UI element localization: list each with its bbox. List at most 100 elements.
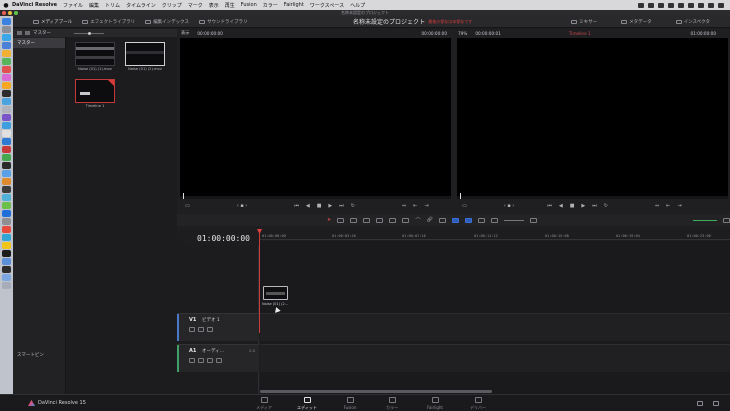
mark-out-icon[interactable]: ⇥ — [677, 203, 681, 209]
timeline-thumbnail[interactable]: Timeline 1 — [75, 79, 115, 108]
davinci-resolve-dock-icon[interactable] — [2, 266, 11, 273]
skip-end-icon[interactable]: ⏭ — [592, 203, 597, 209]
app-icon[interactable] — [2, 66, 11, 73]
menu-help[interactable]: ヘルプ — [350, 2, 365, 9]
match-frame-icon[interactable]: ⇔ — [402, 203, 406, 209]
settings-gear-icon[interactable] — [713, 401, 719, 406]
app-icon[interactable] — [2, 242, 11, 249]
mark-out-icon[interactable]: ⇥ — [424, 203, 428, 209]
battery-icon[interactable] — [698, 2, 704, 8]
track-name[interactable]: オーディ... — [202, 348, 224, 354]
trim-tool-icon[interactable] — [337, 217, 345, 223]
play-icon[interactable]: ▶ — [581, 203, 585, 209]
play-reverse-icon[interactable]: ◀ — [306, 203, 310, 209]
timeline-scrub-playhead[interactable] — [460, 193, 461, 199]
app-icon[interactable] — [2, 218, 11, 225]
wifi-icon[interactable] — [688, 2, 694, 8]
video-track-row[interactable] — [260, 313, 730, 341]
app-icon[interactable] — [2, 274, 11, 281]
zoom-in-icon[interactable] — [530, 217, 538, 223]
source-scrub-playhead[interactable] — [183, 193, 184, 199]
source-view-label[interactable]: 表示 — [181, 30, 189, 36]
app-icon[interactable] — [2, 250, 11, 257]
thumbnail-size-slider[interactable] — [74, 31, 104, 35]
menu-playback[interactable]: 再生 — [225, 2, 235, 9]
insert-clip-icon[interactable] — [376, 217, 384, 223]
timeline-timecode[interactable]: 01:00:00:00 — [197, 234, 250, 243]
bin-master[interactable]: マスター — [13, 38, 65, 48]
dynamic-trim-icon[interactable] — [350, 217, 358, 223]
inspector-button[interactable]: インスペクタ — [675, 19, 710, 25]
lock-icon[interactable] — [438, 217, 446, 223]
menu-color[interactable]: カラー — [263, 2, 278, 9]
menu-list-icon[interactable] — [718, 2, 724, 8]
auto-select-icon[interactable] — [198, 358, 204, 363]
disable-track-icon[interactable] — [207, 327, 213, 332]
flag-icon[interactable] — [451, 217, 459, 223]
effects-library-button[interactable]: エフェクトライブラリ — [82, 19, 135, 25]
page-fairlight[interactable]: Fairlight — [416, 397, 454, 410]
menu-file[interactable]: ファイル — [63, 2, 83, 9]
audio-volume-slider[interactable] — [693, 219, 717, 221]
timeline-scrollbar[interactable] — [260, 390, 492, 393]
status-icon[interactable] — [648, 2, 654, 8]
app-icon[interactable] — [2, 90, 11, 97]
clip-thumbnail[interactable]: Noise (01) (2).mov — [125, 42, 165, 71]
stop-icon[interactable]: ■ — [570, 203, 575, 209]
track-header-v1[interactable]: V1 ビデオ 1 — [177, 313, 259, 341]
zoom-out-icon[interactable] — [491, 217, 499, 223]
jog-icon[interactable]: ‹ ▪ › — [237, 203, 248, 209]
page-fusion[interactable]: Fusion — [331, 397, 369, 410]
timeline-zoom-slider[interactable] — [504, 219, 525, 221]
app-icon[interactable] — [2, 114, 11, 121]
app-icon[interactable] — [2, 58, 11, 65]
loop-icon[interactable]: ↻ — [604, 203, 608, 209]
app-icon[interactable] — [2, 34, 11, 41]
panel-toggle-icon[interactable] — [17, 31, 22, 35]
viewer-options-icon[interactable]: ▭ — [185, 203, 190, 209]
page-edit[interactable]: エディット — [288, 397, 326, 411]
timeline-ruler[interactable]: 01:00:00:00 01:00:03:20 01:00:07:16 01:0… — [260, 230, 730, 240]
blade-tool-icon[interactable] — [363, 217, 371, 223]
play-icon[interactable]: ▶ — [328, 203, 332, 209]
timeline-viewer[interactable] — [457, 38, 728, 196]
app-icon[interactable] — [2, 106, 11, 113]
status-icon[interactable] — [658, 2, 664, 8]
source-scrubber[interactable] — [180, 193, 451, 199]
skip-start-icon[interactable]: ⏮ — [547, 203, 552, 209]
app-icon[interactable] — [2, 170, 11, 177]
app-icon[interactable] — [2, 74, 11, 81]
app-icon[interactable] — [2, 122, 11, 129]
timeline-name-dropdown[interactable]: Timeline 1 — [569, 31, 591, 36]
mixer-button[interactable]: ミキサー — [571, 19, 597, 25]
selection-tool-icon[interactable]: ➤ — [327, 217, 331, 223]
app-icon[interactable] — [2, 138, 11, 145]
edit-index-button[interactable]: 編集インデックス — [145, 19, 189, 25]
audio-track-row[interactable] — [260, 344, 730, 372]
menu-edit[interactable]: 編集 — [89, 2, 99, 9]
status-icon[interactable] — [668, 2, 674, 8]
mark-in-icon[interactable]: ⇤ — [413, 203, 417, 209]
mute-icon[interactable] — [216, 358, 222, 363]
search-icon[interactable] — [708, 2, 714, 8]
page-media[interactable]: メディア — [245, 397, 283, 411]
app-icon[interactable] — [2, 202, 11, 209]
menu-view[interactable]: 表示 — [209, 2, 219, 9]
app-icon[interactable] — [2, 210, 11, 217]
menu-clip[interactable]: クリップ — [162, 2, 182, 9]
source-viewer[interactable] — [180, 38, 451, 196]
marker-icon[interactable] — [464, 217, 472, 223]
app-icon[interactable] — [2, 82, 11, 89]
app-icon[interactable] — [2, 162, 11, 169]
trash-icon[interactable] — [2, 282, 11, 289]
app-icon[interactable] — [2, 194, 11, 201]
lock-track-icon[interactable] — [189, 358, 195, 363]
menu-timeline[interactable]: タイムライン — [126, 2, 156, 9]
lock-track-icon[interactable] — [189, 327, 195, 332]
status-icon[interactable] — [638, 2, 644, 8]
metadata-button[interactable]: メタデータ — [621, 19, 652, 25]
match-frame-icon[interactable]: ⇔ — [655, 203, 659, 209]
timeline-tracks-area[interactable] — [260, 241, 730, 394]
overwrite-clip-icon[interactable] — [389, 217, 397, 223]
app-icon[interactable] — [2, 98, 11, 105]
